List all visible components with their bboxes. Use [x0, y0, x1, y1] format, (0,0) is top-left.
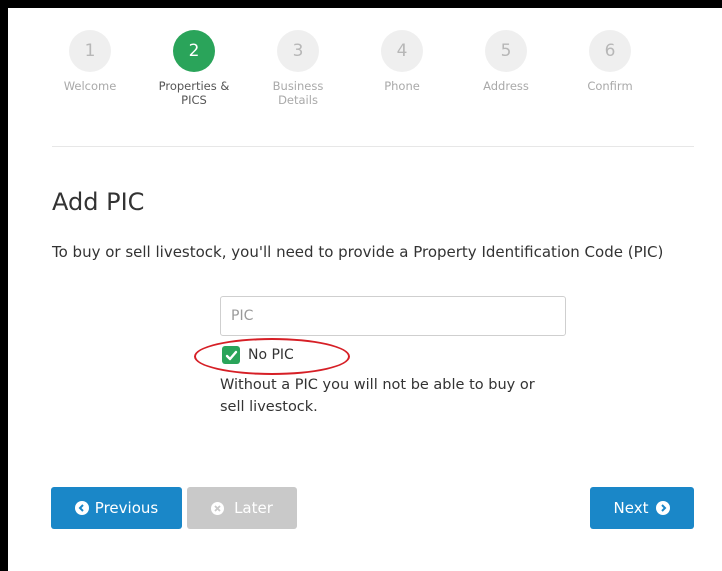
step-3-number: 3 — [277, 30, 319, 72]
chevron-left-circle-icon — [74, 501, 89, 515]
step-4-label: Phone — [384, 79, 420, 93]
step-5-number: 5 — [485, 30, 527, 72]
page-title: Add PIC — [52, 188, 145, 216]
step-6-number: 6 — [589, 30, 631, 72]
step-6[interactable]: 6 Confirm — [555, 30, 665, 93]
step-2[interactable]: 2 Properties & PICS — [139, 30, 249, 107]
step-4-number: 4 — [381, 30, 423, 72]
no-pic-label: No PIC — [248, 347, 294, 363]
wizard-panel: 1 Welcome 2 Properties & PICS 3 Business… — [8, 8, 722, 563]
previous-label: Previous — [94, 499, 159, 517]
step-1-number: 1 — [69, 30, 111, 72]
pic-description: To buy or sell livestock, you'll need to… — [52, 243, 664, 261]
no-pic-warning: Without a PIC you will not be able to bu… — [220, 377, 535, 415]
step-3[interactable]: 3 Business Details — [243, 30, 353, 107]
pic-input[interactable] — [220, 296, 566, 336]
step-1-label: Welcome — [63, 79, 117, 93]
step-3-label: Business Details — [272, 79, 324, 107]
step-4[interactable]: 4 Phone — [347, 30, 457, 93]
next-button[interactable]: Next — [590, 487, 694, 529]
bottom-edge — [8, 563, 722, 571]
step-5-label: Address — [483, 79, 529, 93]
no-pic-checkbox[interactable] — [222, 346, 240, 364]
later-button[interactable]: Later — [187, 487, 297, 529]
later-label: Later — [234, 499, 273, 517]
next-label: Next — [613, 499, 649, 517]
chevron-right-circle-icon — [656, 501, 671, 515]
step-6-label: Confirm — [587, 79, 633, 93]
step-5[interactable]: 5 Address — [451, 30, 561, 93]
checkmark-icon — [225, 350, 237, 360]
previous-button[interactable]: Previous — [51, 487, 182, 529]
x-circle-icon — [211, 501, 225, 515]
step-2-number: 2 — [173, 30, 215, 72]
no-pic-checkbox-row[interactable]: No PIC — [222, 345, 294, 365]
wizard-stepper: 1 Welcome 2 Properties & PICS 3 Business… — [8, 8, 722, 148]
stepper-divider — [52, 146, 694, 147]
step-2-label: Properties & PICS — [158, 79, 230, 107]
step-1[interactable]: 1 Welcome — [35, 30, 145, 93]
